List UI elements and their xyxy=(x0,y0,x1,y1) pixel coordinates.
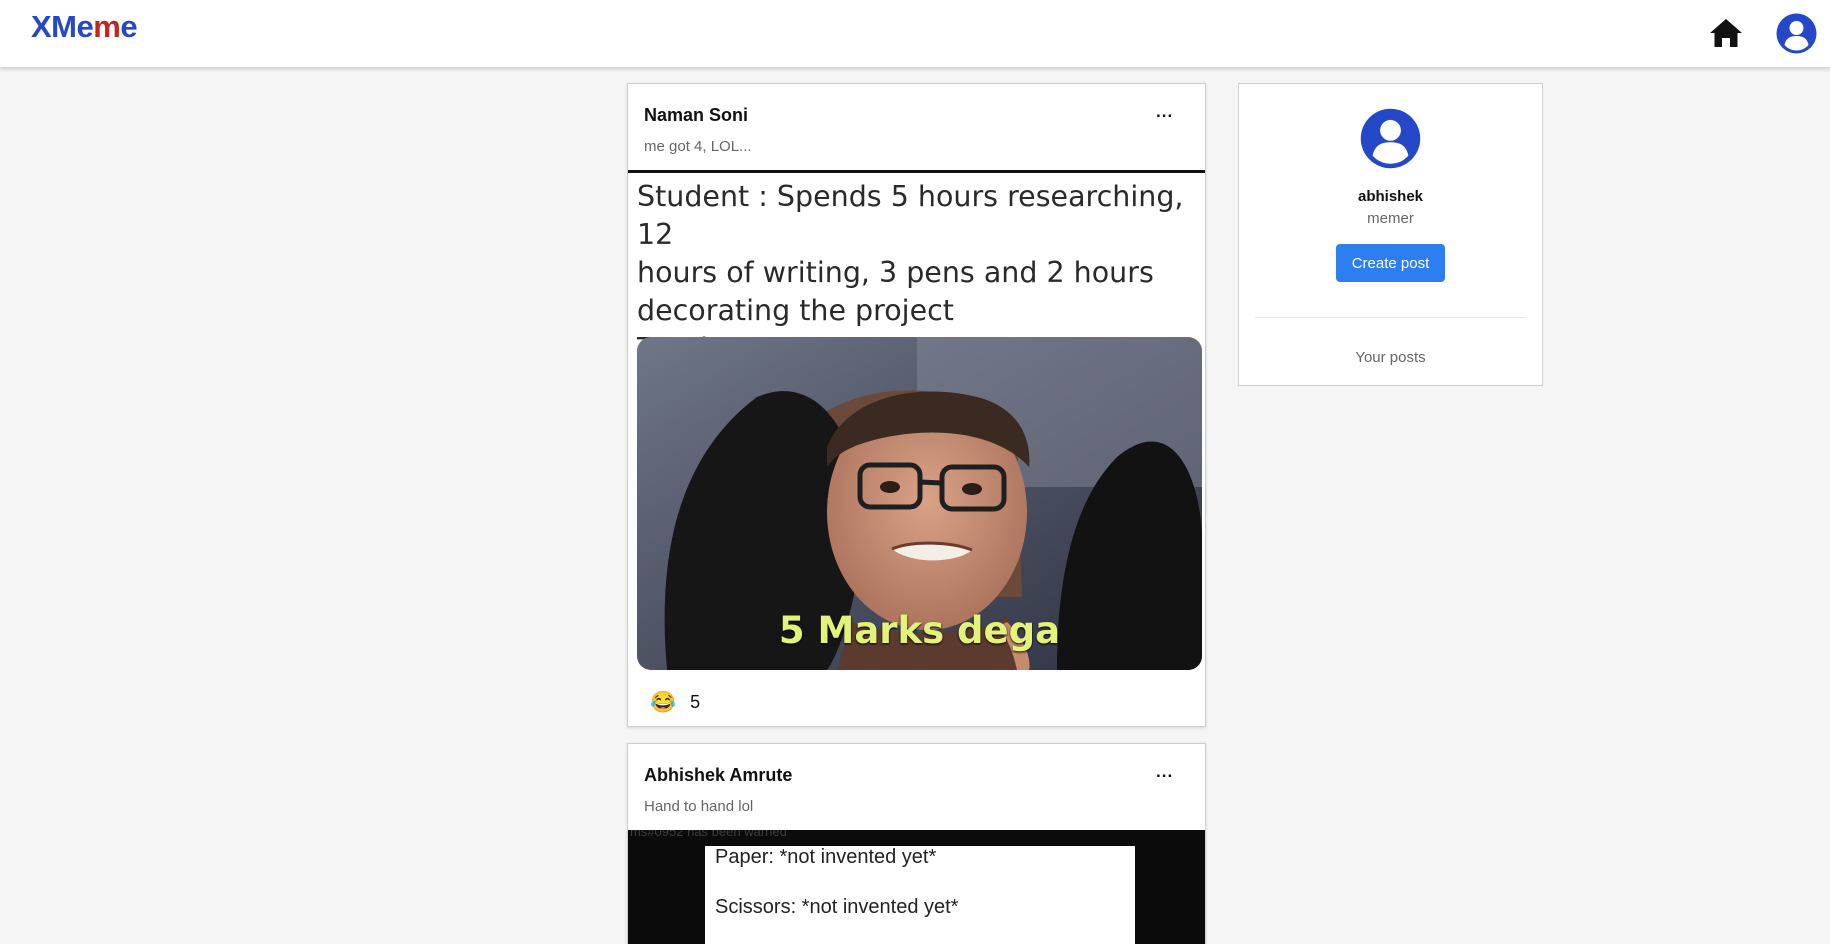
logo-text-part: e xyxy=(120,9,138,44)
post-options-button[interactable]: ... xyxy=(1156,762,1173,782)
profile-username: abhishek xyxy=(1357,188,1424,205)
meme-photo: 5 Marks dega xyxy=(637,337,1202,670)
post-author[interactable]: Abhishek Amrute xyxy=(644,765,792,786)
top-navbar: XMeme xyxy=(0,0,1830,67)
meme-line: Scissors: *not invented yet* xyxy=(715,896,959,918)
your-posts-link[interactable]: Your posts xyxy=(1239,349,1542,366)
logo-text-part: XMe xyxy=(31,9,94,44)
post-options-button[interactable]: ... xyxy=(1156,102,1173,122)
post-card: Abhishek Amrute Hand to hand lol ... ms#… xyxy=(627,743,1206,944)
post-caption: Hand to hand lol xyxy=(644,798,754,815)
meme-caption: 5 Marks dega xyxy=(778,609,1061,652)
home-button[interactable] xyxy=(1708,16,1744,50)
app-logo[interactable]: XMeme xyxy=(31,9,138,45)
profile-role: memer xyxy=(1367,210,1414,227)
sidebar-divider xyxy=(1255,317,1526,318)
profile-button[interactable] xyxy=(1776,13,1817,54)
meme-top-text: ms#0952 has been warned xyxy=(630,830,787,839)
meme-line: Paper: *not invented yet* xyxy=(715,846,937,868)
user-circle-icon xyxy=(1360,108,1421,169)
laughing-emoji-icon: 😂 xyxy=(650,691,677,714)
profile-sidebar: abhishek memer Create post Your posts xyxy=(1238,83,1543,386)
home-icon xyxy=(1710,19,1742,47)
post-author[interactable]: Naman Soni xyxy=(644,105,748,126)
post-card: Naman Soni me got 4, LOL... ... Student … xyxy=(627,83,1206,727)
create-post-button[interactable]: Create post xyxy=(1336,244,1445,282)
user-circle-icon xyxy=(1776,13,1817,54)
logo-text-part: m xyxy=(93,9,121,44)
laugh-reaction-button[interactable]: 😂 5 xyxy=(650,692,700,713)
post-meme-image: ms#0952 has been warned Paper: *not inve… xyxy=(628,830,1205,944)
meme-paper: Paper: *not invented yet* Scissors: *not… xyxy=(705,846,1135,944)
post-meme-image: Student : Spends 5 hours researching, 12… xyxy=(628,173,1205,675)
reaction-count: 5 xyxy=(690,692,701,712)
post-caption: me got 4, LOL... xyxy=(644,138,752,155)
